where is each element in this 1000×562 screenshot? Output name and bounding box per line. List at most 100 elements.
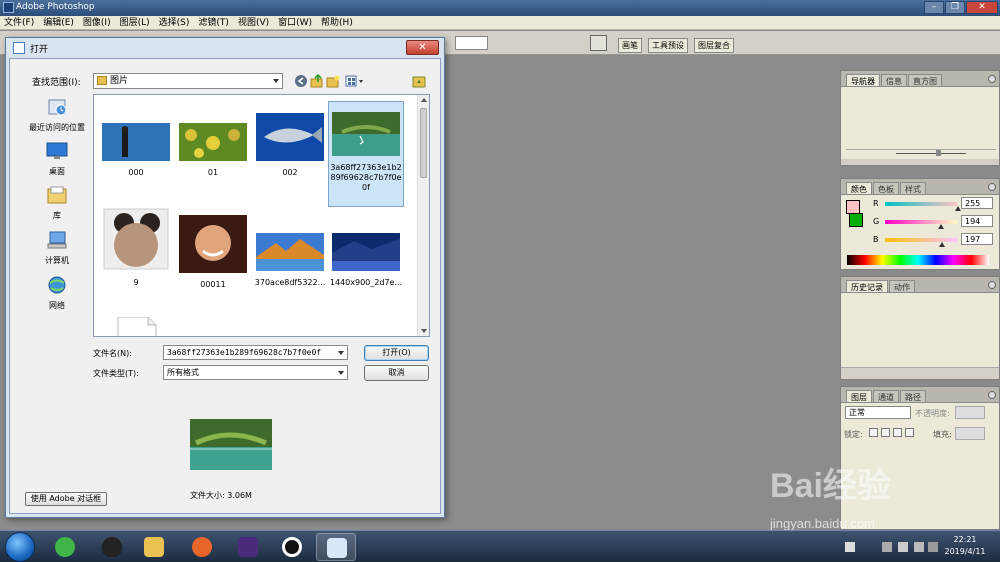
taskbar-item-explorer[interactable] [134, 533, 174, 561]
clock[interactable]: 22:21 2019/4/11 [935, 534, 995, 558]
scroll-up-icon[interactable] [421, 98, 427, 102]
palette-menu-icon[interactable] [988, 183, 996, 191]
back-icon[interactable] [294, 74, 308, 88]
use-adobe-dialog-button[interactable]: 使用 Adobe 对话框 [25, 492, 107, 506]
file-item[interactable]: 1440x900_2d7e... [328, 233, 404, 288]
cancel-button[interactable]: 取消 [364, 365, 429, 381]
blend-mode-select[interactable]: 正常 [845, 406, 911, 419]
file-item[interactable]: 000 [98, 123, 174, 178]
well-tab-tool-presets[interactable]: 工具预设 [648, 38, 688, 53]
well-tab-brushes[interactable]: 画笔 [618, 38, 642, 53]
tab-histogram[interactable]: 直方图 [908, 74, 942, 86]
g-value-field[interactable]: 194 [961, 215, 993, 227]
usb-icon[interactable] [882, 542, 892, 552]
file-item[interactable] [98, 316, 174, 336]
palette-well-icon[interactable] [590, 35, 607, 51]
view-menu-icon[interactable] [345, 74, 365, 88]
menu-select[interactable]: 选择(S) [159, 16, 190, 29]
minimize-button[interactable]: – [924, 1, 944, 14]
tab-navigator[interactable]: 导航器 [846, 74, 880, 86]
zoom-slider-knob[interactable] [936, 150, 941, 156]
up-folder-icon[interactable] [310, 73, 324, 88]
place-network[interactable]: 网络 [22, 275, 92, 311]
file-thumbnail [332, 233, 400, 271]
photoshop-folder-icon[interactable] [412, 74, 426, 88]
menu-layer[interactable]: 图层(L) [120, 16, 150, 29]
file-list-scrollbar[interactable] [417, 95, 429, 336]
r-slider[interactable] [885, 202, 957, 206]
lock-position-icon[interactable] [893, 428, 902, 437]
r-value-field[interactable]: 255 [961, 197, 993, 209]
open-button[interactable]: 打开(O) [364, 345, 429, 361]
taskbar-item-qq[interactable] [92, 533, 132, 561]
file-item[interactable]: 01 [175, 123, 251, 178]
well-tab-layer-comps[interactable]: 图层复合 [694, 38, 734, 53]
menu-file[interactable]: 文件(F) [4, 16, 34, 29]
lock-image-icon[interactable] [881, 428, 890, 437]
options-field[interactable] [455, 36, 488, 50]
palette-menu-icon[interactable] [988, 391, 996, 399]
filename-input[interactable]: 3a68ff27363e1b289f69628c7b7f0e0f [163, 345, 348, 360]
foreground-color-swatch[interactable] [846, 200, 860, 214]
keyboard-icon[interactable] [845, 542, 855, 552]
file-item[interactable]: 00011 [175, 215, 251, 290]
menu-filter[interactable]: 滤镜(T) [198, 16, 229, 29]
menu-window[interactable]: 窗口(W) [278, 16, 312, 29]
g-slider[interactable] [885, 220, 957, 224]
place-computer[interactable]: 计算机 [22, 230, 92, 266]
menu-image[interactable]: 图像(I) [83, 16, 111, 29]
tab-info[interactable]: 信息 [881, 74, 907, 86]
tab-swatches[interactable]: 色板 [873, 182, 899, 194]
b-slider-knob[interactable] [939, 242, 945, 247]
b-value-field[interactable]: 197 [961, 233, 993, 245]
opacity-field[interactable] [955, 406, 985, 419]
file-item-selected[interactable]: 3a68ff27363e1b289f69628c7b7f0e0f [328, 101, 404, 207]
filetype-select[interactable]: 所有格式 [163, 365, 348, 380]
navigator-palette: 导航器 信息 直方图 [840, 70, 1000, 166]
flag-icon[interactable] [898, 542, 908, 552]
tab-color[interactable]: 颜色 [846, 182, 872, 194]
place-recent[interactable]: 最近访问的位置 [22, 97, 92, 133]
taskbar-item-recorder[interactable] [272, 533, 312, 561]
volume-icon[interactable] [914, 542, 924, 552]
restore-button[interactable]: ❐ [945, 1, 965, 14]
file-item[interactable]: 9 [98, 207, 174, 288]
g-slider-knob[interactable] [938, 224, 944, 229]
taskbar-item-photoshop[interactable] [316, 533, 356, 561]
tab-actions[interactable]: 动作 [889, 280, 915, 292]
tab-layers[interactable]: 图层 [846, 390, 872, 402]
taskbar-item-360[interactable] [45, 533, 85, 561]
tab-paths[interactable]: 路径 [900, 390, 926, 402]
file-item[interactable]: 370ace8df5322... [252, 233, 328, 288]
lock-transparency-icon[interactable] [869, 428, 878, 437]
b-slider[interactable] [885, 238, 957, 242]
look-in-select[interactable]: 图片 [93, 73, 283, 89]
chevron-down-icon[interactable] [338, 351, 344, 355]
tab-channels[interactable]: 通道 [873, 390, 899, 402]
scroll-thumb[interactable] [420, 108, 427, 178]
menu-help[interactable]: 帮助(H) [321, 16, 353, 29]
place-desktop[interactable]: 桌面 [22, 141, 92, 177]
close-app-button[interactable]: ✕ [966, 1, 998, 14]
start-button[interactable] [5, 532, 35, 562]
lock-all-icon[interactable] [905, 428, 914, 437]
palette-menu-icon[interactable] [988, 281, 996, 289]
new-folder-icon[interactable] [326, 74, 340, 88]
taskbar-item-media[interactable] [228, 533, 268, 561]
file-name: 002 [282, 168, 298, 177]
tab-history[interactable]: 历史记录 [846, 280, 888, 292]
color-ramp[interactable] [847, 255, 989, 265]
menu-edit[interactable]: 编辑(E) [43, 16, 74, 29]
file-thumbnail [102, 123, 170, 161]
place-library[interactable]: 库 [22, 185, 92, 221]
scroll-down-icon[interactable] [421, 329, 427, 333]
file-item[interactable]: 002 [252, 113, 328, 178]
fill-field[interactable] [955, 427, 985, 440]
menu-view[interactable]: 视图(V) [238, 16, 269, 29]
background-color-swatch[interactable] [849, 213, 863, 227]
tab-styles[interactable]: 样式 [900, 182, 926, 194]
zoom-slider-track[interactable] [896, 153, 966, 154]
dialog-close-button[interactable]: ✕ [406, 40, 439, 55]
taskbar-item-firefox[interactable] [182, 533, 222, 561]
palette-menu-icon[interactable] [988, 75, 996, 83]
